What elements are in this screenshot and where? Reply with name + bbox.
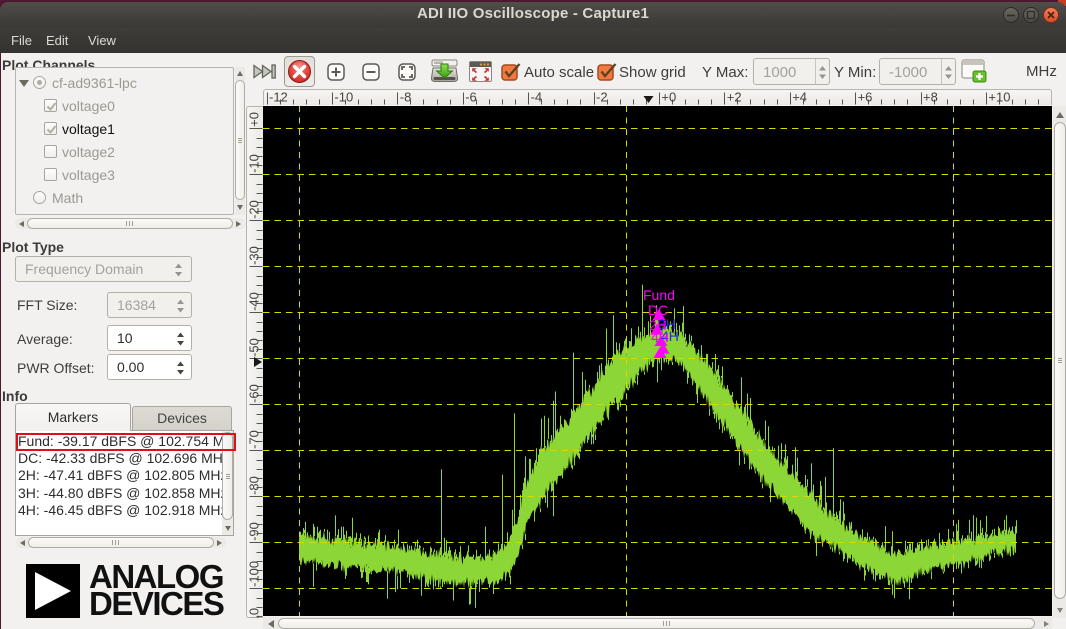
svg-text:-10: -10 <box>247 154 262 173</box>
svg-text:4H: 4H <box>651 329 669 345</box>
svg-text:+0: +0 <box>661 90 676 105</box>
svg-text:+6: +6 <box>858 90 873 105</box>
svg-text:-12: -12 <box>269 90 288 105</box>
svg-text:-40: -40 <box>247 292 262 311</box>
svg-text:+2: +2 <box>727 90 742 105</box>
svg-text:-80: -80 <box>247 476 262 495</box>
svg-text:-2: -2 <box>596 90 608 105</box>
svg-text:-100: -100 <box>247 561 262 587</box>
svg-text:-60: -60 <box>247 384 262 403</box>
svg-text:+10: +10 <box>988 90 1010 105</box>
svg-text:-4: -4 <box>531 90 543 105</box>
svg-text:-110: -110 <box>247 608 262 618</box>
svg-text:-50: -50 <box>247 338 262 357</box>
svg-text:-30: -30 <box>247 246 262 265</box>
svg-text:-8: -8 <box>400 90 412 105</box>
svg-text:+8: +8 <box>923 90 938 105</box>
svg-text:Fund: Fund <box>643 287 675 303</box>
svg-text:-6: -6 <box>465 90 477 105</box>
svg-text:+4: +4 <box>792 90 807 105</box>
svg-text:DC: DC <box>648 302 668 318</box>
svg-text:-20: -20 <box>247 200 262 219</box>
svg-text:-90: -90 <box>247 522 262 541</box>
svg-text:-70: -70 <box>247 430 262 449</box>
svg-text:+0: +0 <box>247 112 262 127</box>
svg-text:-10: -10 <box>334 90 353 105</box>
